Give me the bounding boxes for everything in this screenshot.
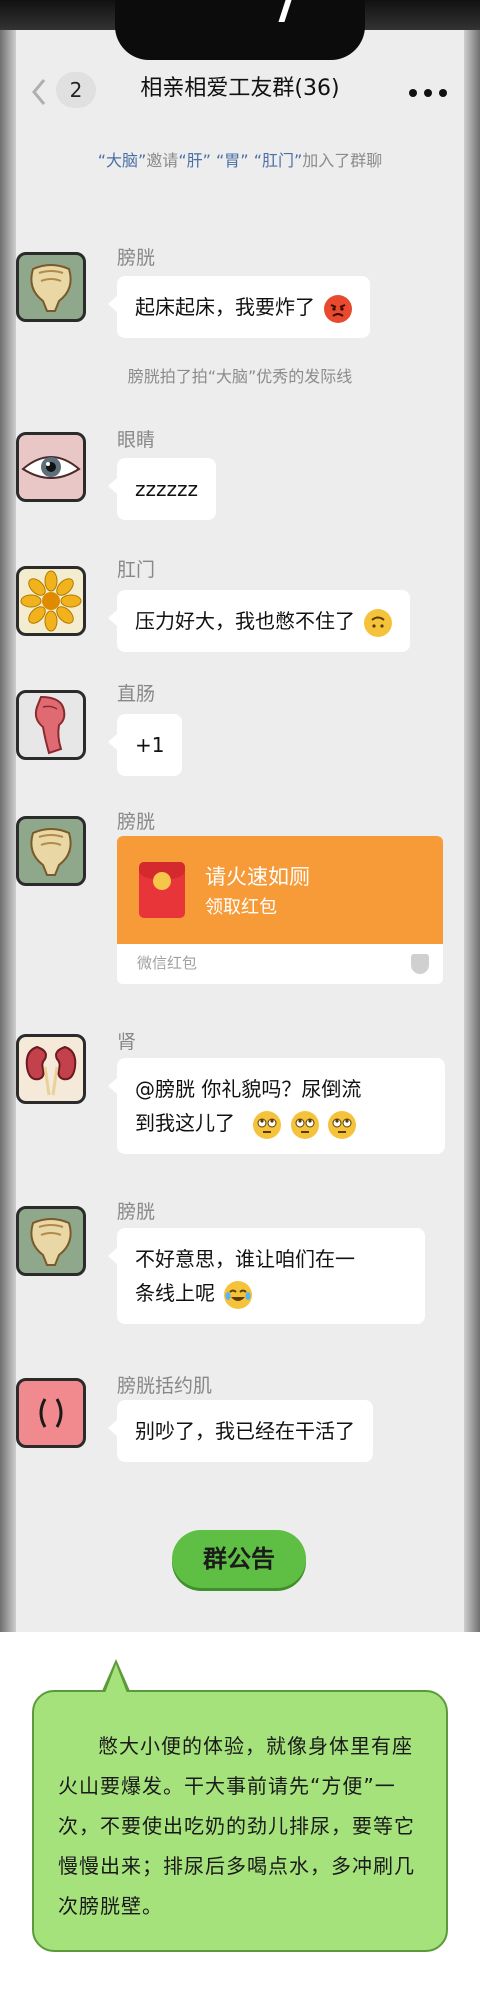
sunflower-icon (20, 570, 82, 632)
note-tail-fill (105, 1664, 127, 1693)
bladder-icon (30, 828, 72, 876)
avatar[interactable] (16, 252, 86, 322)
sender-name: 肾 (117, 1031, 137, 1053)
system-message-join: “大脑”邀请“肝” “胃” “肛门”加入了群聊 (16, 150, 464, 172)
message-text: 起床起床，我要炸了 (135, 295, 315, 319)
red-envelope-icon (139, 862, 185, 918)
chat-content: 2 相亲相爱工友群(36) “大脑”邀请“肝” “胃” “肛门”加入了群聊 膀胱… (16, 30, 464, 1632)
message-text-line: @膀胱 你礼貌吗？尿倒流 (135, 1077, 362, 1101)
sys-text-invite: 邀请 (146, 151, 179, 170)
sender-name: 膀胱 (117, 811, 156, 833)
avatar[interactable] (16, 1034, 86, 1104)
red-packet-body: 请火速如厕 领取红包 (117, 836, 443, 944)
bladder-icon (30, 264, 72, 312)
message-text-line: 不好意思，谁让咱们在一 (135, 1247, 355, 1271)
message-text-line2: 条线上呢 (135, 1281, 215, 1305)
kidney-icon (25, 1045, 77, 1096)
message-bubble[interactable]: 不好意思，谁让咱们在一 条线上呢 (108, 1228, 425, 1324)
sphincter-icon (39, 1398, 63, 1428)
more-dots-icon[interactable] (408, 88, 448, 98)
bladder-icon (30, 1218, 72, 1266)
sys-text-joined: 加入了群聊 (302, 151, 383, 170)
message-text: 压力好大，我也憋不住了 (135, 609, 355, 633)
message-bubble[interactable]: 别吵了，我已经在干活了 (108, 1400, 373, 1462)
red-packet-card[interactable]: 请火速如厕 领取红包 微信红包 (117, 836, 443, 984)
frame-left-edge (0, 0, 16, 1632)
sender-name: 肛门 (117, 559, 156, 581)
announcement-text: 憋大小便的体验，就像身体里有座火山要爆发。干大事前请先“方便”一次，不要使出吃奶… (58, 1734, 415, 1918)
eye-roll-face-icon (290, 1110, 319, 1139)
eye-roll-face-icon (253, 1110, 282, 1139)
system-message-pat: 膀胱拍了拍“大脑”优秀的发际线 (127, 367, 353, 386)
red-packet-subtitle: 领取红包 (205, 897, 277, 918)
rectum-icon (34, 695, 66, 755)
red-packet-label: 微信红包 (137, 954, 198, 972)
message-text-line2: 到我这儿了 (135, 1111, 235, 1135)
avatar[interactable] (16, 432, 86, 502)
red-envelope-seal (153, 872, 171, 890)
phone-frame: 2 相亲相爱工友群(36) “大脑”邀请“肝” “胃” “肛门”加入了群聊 膀胱… (0, 0, 480, 1632)
sender-name: 眼睛 (117, 429, 156, 451)
avatar[interactable] (16, 1206, 86, 1276)
avatar[interactable] (16, 566, 86, 636)
message-bubble[interactable]: zzzzzz (108, 458, 216, 520)
shield-icon (411, 954, 429, 974)
message-bubble[interactable]: +1 (107, 714, 183, 776)
message-text: +1 (135, 733, 165, 757)
eye-roll-face-icon (328, 1110, 357, 1139)
sender-name: 膀胱括约肌 (117, 1375, 213, 1397)
sys-name-anus: “肛门” (253, 151, 303, 170)
message-bubble[interactable]: @膀胱 你礼貌吗？尿倒流 到我这儿了 (108, 1058, 445, 1154)
group-title: 相亲相爱工友群(36) (140, 76, 340, 101)
sender-name: 膀胱 (117, 1201, 156, 1223)
avatar[interactable] (16, 690, 86, 760)
announcement-button[interactable]: 群公告 (172, 1530, 306, 1588)
chat-navbar: 2 相亲相爱工友群(36) (16, 60, 464, 122)
message-text-line: 条线上呢 (135, 1276, 407, 1310)
sys-name-stomach: “胃” (216, 151, 249, 170)
message-bubble[interactable]: 压力好大，我也憋不住了 (107, 590, 411, 652)
message-text-line: 到我这儿了 (135, 1106, 427, 1140)
announcement-note: 憋大小便的体验，就像身体里有座火山要爆发。干大事前请先“方便”一次，不要使出吃奶… (32, 1690, 448, 1952)
sender-name: 膀胱 (117, 247, 156, 269)
red-packet-title: 请火速如厕 (205, 865, 310, 889)
sender-name: 直肠 (117, 683, 156, 705)
eye-icon (21, 456, 81, 479)
tears-of-joy-face-icon (224, 1280, 253, 1309)
message-text: 别吵了，我已经在干活了 (135, 1419, 355, 1443)
sys-name-liver: “肝” (178, 151, 211, 170)
avatar[interactable] (16, 1378, 86, 1448)
sys-name-brain: “大脑” (97, 151, 147, 170)
avatar[interactable] (16, 816, 86, 886)
upside-down-face-icon (364, 608, 393, 637)
message-bubble[interactable]: 起床起床，我要炸了 (107, 276, 371, 338)
frame-right-edge (464, 0, 480, 1632)
message-text: zzzzzz (135, 477, 198, 501)
angry-face-icon (324, 294, 353, 323)
